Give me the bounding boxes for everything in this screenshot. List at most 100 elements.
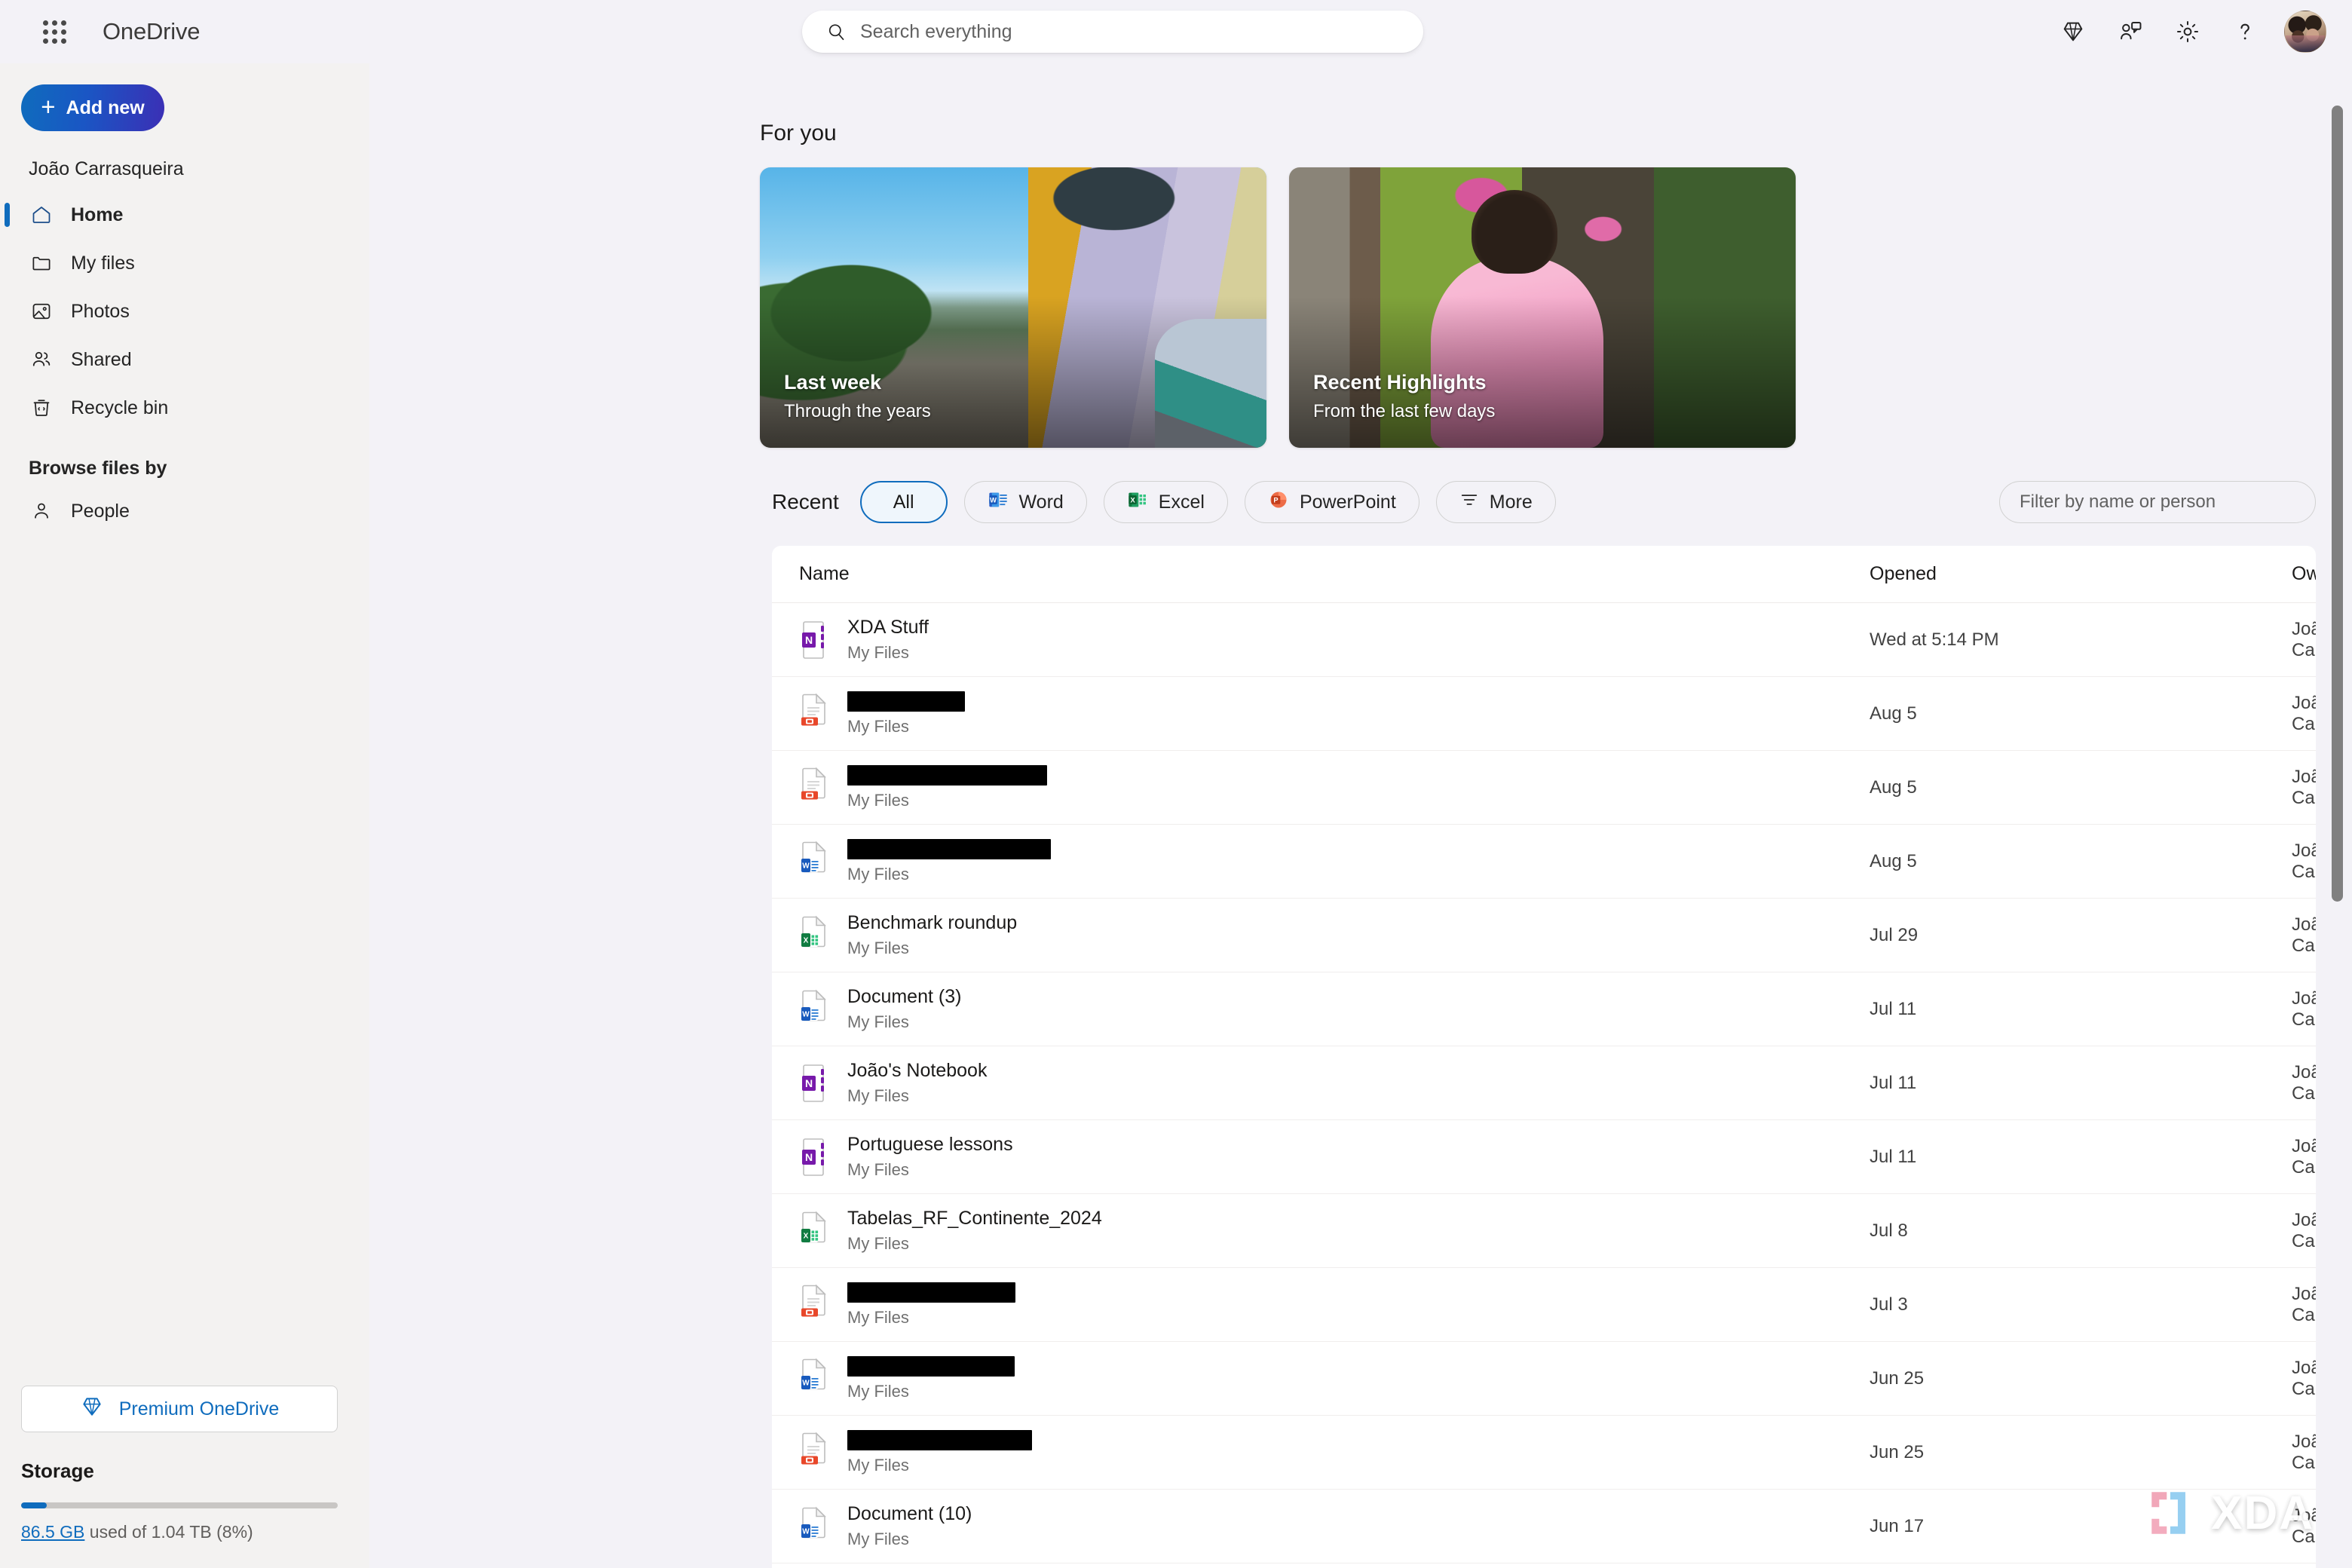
table-row[interactable]: My Files Aug 5 João Carrasqueira [772,677,2316,751]
add-new-label: Add new [66,96,145,118]
file-owner: João Carrasqueira [2292,692,2316,734]
file-name-block: My Files [847,1355,1015,1402]
filter-pill-word[interactable]: W Word [963,481,1087,523]
redacted-file-name [847,691,965,712]
account-name: João Carrasqueira [29,158,184,179]
sidebar-item-label: Home [71,204,124,225]
page-scrollbar-track[interactable] [2328,63,2347,1568]
table-row[interactable]: My Files Jul 3 João Carrasqueira [772,1268,2316,1342]
file-name[interactable]: Document (10) [847,1503,972,1525]
file-location: My Files [847,939,909,958]
file-location: My Files [847,1160,909,1180]
onenote-icon: N [799,620,831,660]
table-row[interactable]: My Files Jun 25 João Carrasqueira [772,1416,2316,1490]
sidebar-item-label: My files [71,252,135,274]
sidebar-item-label: Shared [71,348,132,370]
file-name[interactable]: João's Notebook [847,1060,987,1082]
file-name[interactable]: Benchmark roundup [847,912,1017,934]
search-input[interactable] [860,20,1386,43]
table-row[interactable]: WModelo declaração Y901 - DUAL USEMy Fil… [772,1563,2316,1568]
file-name[interactable] [847,764,1047,786]
table-row[interactable]: W My Files Aug 5 João Carrasqueira [772,825,2316,899]
page-scrollbar-thumb[interactable] [2332,106,2343,902]
file-opened-date: Jun 25 [1870,1441,1925,1462]
sidebar-item-label: Photos [71,300,130,322]
file-name[interactable]: XDA Stuff [847,617,929,639]
pdf-icon [799,1284,831,1325]
file-owner: João Carrasqueira [2292,914,2316,956]
file-name-cell: X Tabelas_RF_Continente_2024 My Files [799,1208,1870,1254]
table-row[interactable]: W Document (10) My Files Jun 17 João Carrasq… [772,1490,2316,1563]
people-icon [29,347,54,372]
sidebar-item-photos[interactable]: Photos [0,287,369,335]
table-row[interactable]: X Benchmark roundup My Files Jul 29 João Car… [772,899,2316,972]
file-owner: João Carrasqueira [2292,766,2316,808]
premium-onedrive-button[interactable]: Premium OneDrive [21,1386,338,1432]
filter-pill-powerpoint[interactable]: P PowerPoint [1244,481,1419,523]
table-row[interactable]: W My Files Jun 25 João Carrasqueira [772,1342,2316,1416]
search-icon [828,23,844,40]
plus-icon: + [41,93,56,121]
table-row[interactable]: W Document (3) My Files Jul 11 João Carrasqu… [772,972,2316,1046]
file-location: My Files [847,1308,909,1328]
sidebar-item-my-files[interactable]: My files [0,239,369,287]
photo-icon [29,299,54,324]
file-name[interactable] [847,1282,1015,1303]
sidebar-footer: Premium OneDrive Storage 86.5 GB used of… [0,1386,369,1568]
premium-diamond-icon[interactable] [2044,3,2102,60]
file-name[interactable] [847,1355,1015,1377]
highlight-card-last-week[interactable]: Last week Through the years [760,167,1266,448]
filter-pill-excel[interactable]: X Excel [1103,481,1228,523]
card-title: Recent Highlights [1313,371,1487,394]
onenote-icon: N [799,1137,831,1178]
browse-nav: People [0,487,369,535]
feedback-icon[interactable] [2102,3,2159,60]
filter-pill-more[interactable]: More [1435,481,1556,523]
table-row[interactable]: My Files Aug 5 João Carrasqueira [772,751,2316,825]
help-icon[interactable] [2216,3,2274,60]
card-subtitle: Through the years [784,401,931,421]
svg-text:N: N [805,634,813,646]
recent-files-table: Name Opened Owner N XDA Stuff My Files Wed … [772,546,2316,1568]
file-name[interactable] [847,838,1051,860]
add-new-button[interactable]: + Add new [21,84,164,131]
svg-text:X: X [804,936,809,945]
storage-used-link[interactable]: 86.5 GB [21,1522,84,1542]
file-owner: João Carrasqueira [2292,988,2316,1030]
filter-by-name-input[interactable] [1999,481,2316,523]
file-location: My Files [847,1456,909,1475]
app-title[interactable]: OneDrive [103,18,201,45]
file-name[interactable]: Tabelas_RF_Continente_2024 [847,1208,1102,1230]
app-launcher-icon[interactable] [32,9,77,54]
storage-usage-text: 86.5 GB used of 1.04 TB (8%) [21,1522,369,1542]
table-row[interactable]: N XDA Stuff My Files Wed at 5:14 PM João Car… [772,603,2316,677]
file-name[interactable]: Portuguese lessons [847,1134,1013,1156]
browse-files-by-heading: Browse files by [29,458,167,479]
sidebar-item-people[interactable]: People [0,487,369,535]
sidebar-item-label: People [71,500,130,522]
svg-text:P: P [1273,496,1278,504]
file-owner: João Carrasqueira [2292,618,2316,660]
gear-icon[interactable] [2159,3,2216,60]
file-name[interactable] [847,691,965,712]
filter-pill-label: PowerPoint [1299,491,1396,513]
table-row[interactable]: N João's Notebook My Files Jul 11 João Carra… [772,1046,2316,1120]
column-header-name[interactable]: Name [799,563,1870,585]
highlight-card-recent-highlights[interactable]: Recent Highlights From the last few days [1289,167,1796,448]
sidebar-item-home[interactable]: Home [0,191,369,239]
storage-progress-fill [21,1502,47,1508]
filter-pill-all[interactable]: All [859,481,948,523]
file-name[interactable]: Document (3) [847,986,961,1008]
file-name[interactable] [847,1429,1032,1451]
table-row[interactable]: N Portuguese lessons My Files Jul 11 João Ca… [772,1120,2316,1194]
search-box[interactable] [802,11,1423,53]
column-header-opened[interactable]: Opened [1870,563,2292,585]
table-row[interactable]: X Tabelas_RF_Continente_2024 My Files Jul 8… [772,1194,2316,1268]
column-header-owner[interactable]: Owner [2292,563,2316,585]
app-shell: + Add new João Carrasqueira Home My file… [0,63,2352,1568]
file-name-cell: W My Files [799,1355,1870,1402]
sidebar-item-shared[interactable]: Shared [0,335,369,384]
filter-input-container [1999,481,2316,523]
avatar[interactable] [2284,11,2326,53]
sidebar-item-recycle-bin[interactable]: Recycle bin [0,384,369,432]
